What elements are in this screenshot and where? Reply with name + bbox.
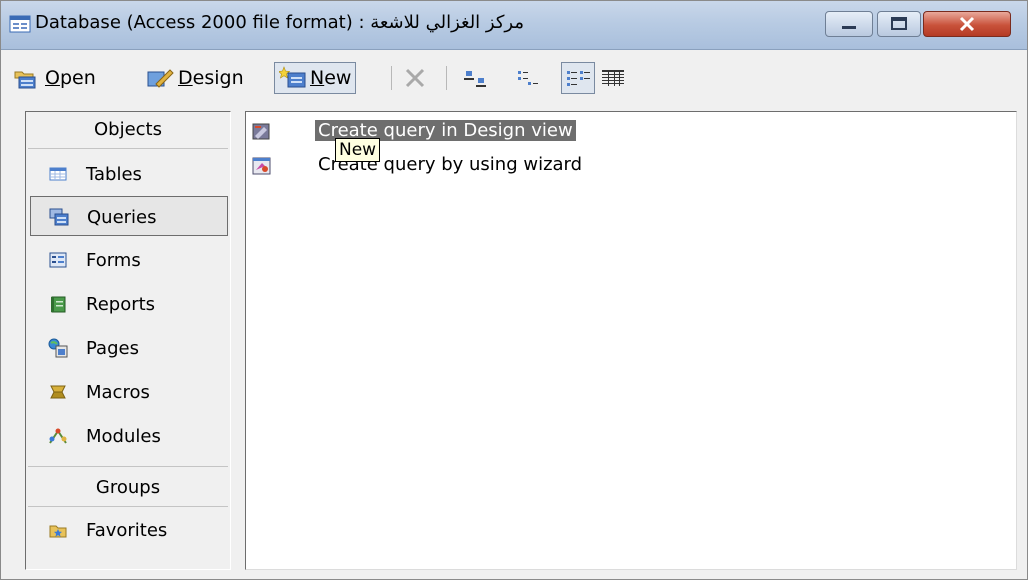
object-list-pane[interactable]: Create query in Design view Create query… xyxy=(245,111,1017,570)
minimize-button[interactable] xyxy=(825,11,873,37)
new-icon xyxy=(279,66,306,88)
table-icon xyxy=(49,167,67,181)
wizard-query-icon xyxy=(252,157,271,175)
design-mnemonic: D xyxy=(178,67,193,89)
new-label: New xyxy=(310,67,351,89)
title-bar[interactable]: مركز الغزالي للاشعة : Database (Access 2… xyxy=(1,1,1027,50)
database-icon xyxy=(9,15,31,33)
maximize-icon xyxy=(891,17,907,30)
database-window: مركز الغزالي للاشعة : Database (Access 2… xyxy=(0,0,1028,580)
new-button[interactable]: New xyxy=(274,62,357,94)
sidebar-item-tables[interactable]: Tables xyxy=(26,154,230,194)
minimize-icon xyxy=(842,26,856,29)
window-title: مركز الغزالي للاشعة : Database (Access 2… xyxy=(35,12,524,33)
delete-button[interactable] xyxy=(401,62,429,94)
toolbar-separator xyxy=(446,66,447,90)
open-label-rest: pen xyxy=(59,67,96,89)
sidebar-item-pages[interactable]: Pages xyxy=(26,328,230,368)
sidebar-item-label: Favorites xyxy=(86,520,168,541)
macro-icon xyxy=(50,385,66,399)
open-label: Open xyxy=(45,67,96,89)
module-icon xyxy=(49,428,67,444)
page-icon xyxy=(48,338,68,358)
small-icons-view-icon xyxy=(518,71,538,85)
sidebar-item-macros[interactable]: Macros xyxy=(26,372,230,412)
divider xyxy=(28,148,228,149)
close-icon xyxy=(959,16,975,32)
groups-header[interactable]: Groups xyxy=(26,470,230,506)
open-mnemonic: O xyxy=(45,67,60,89)
query-icon xyxy=(49,208,69,226)
new-label-rest: ew xyxy=(324,67,352,89)
objects-bar: Objects Tables Queries Forms Reports Pag… xyxy=(25,111,231,570)
design-view-query-icon xyxy=(252,123,270,140)
design-label-rest: esign xyxy=(192,67,244,89)
sidebar-item-modules[interactable]: Modules xyxy=(26,416,230,456)
close-button[interactable] xyxy=(923,11,1011,37)
new-mnemonic: N xyxy=(310,67,325,89)
sidebar-item-label: Forms xyxy=(86,250,141,271)
list-view-icon xyxy=(567,71,590,86)
details-view-icon xyxy=(602,70,624,86)
sidebar-item-label: Modules xyxy=(86,426,161,447)
toolbar: Open Design New xyxy=(1,58,1027,98)
large-icons-view-icon xyxy=(464,71,486,87)
sidebar-item-label: Pages xyxy=(86,338,139,359)
new-button-tooltip: New xyxy=(335,138,381,162)
sidebar-item-label: Reports xyxy=(86,294,156,315)
open-icon xyxy=(14,71,36,89)
objects-header[interactable]: Objects xyxy=(26,112,230,148)
open-button[interactable]: Open xyxy=(13,62,96,94)
sidebar-item-reports[interactable]: Reports xyxy=(26,284,230,324)
form-icon xyxy=(49,252,67,268)
sidebar-item-favorites[interactable]: Favorites xyxy=(26,510,230,550)
maximize-button[interactable] xyxy=(877,11,921,37)
large-icons-button[interactable] xyxy=(461,62,489,94)
sidebar-item-queries[interactable]: Queries xyxy=(30,196,228,236)
delete-icon xyxy=(405,68,425,88)
toolbar-separator xyxy=(391,66,392,90)
sidebar-item-label: Tables xyxy=(86,164,142,185)
small-icons-button[interactable] xyxy=(513,62,541,94)
report-icon xyxy=(51,296,66,313)
divider xyxy=(28,466,228,467)
design-button[interactable]: Design xyxy=(146,62,244,94)
design-label: Design xyxy=(178,67,244,89)
design-icon xyxy=(147,69,174,88)
list-view-button[interactable] xyxy=(561,62,595,94)
divider xyxy=(28,506,228,507)
sidebar-item-label: Queries xyxy=(87,207,157,228)
sidebar-item-label: Macros xyxy=(86,382,150,403)
favorites-icon xyxy=(49,525,67,538)
sidebar-item-forms[interactable]: Forms xyxy=(26,240,230,280)
details-view-button[interactable] xyxy=(599,62,629,94)
